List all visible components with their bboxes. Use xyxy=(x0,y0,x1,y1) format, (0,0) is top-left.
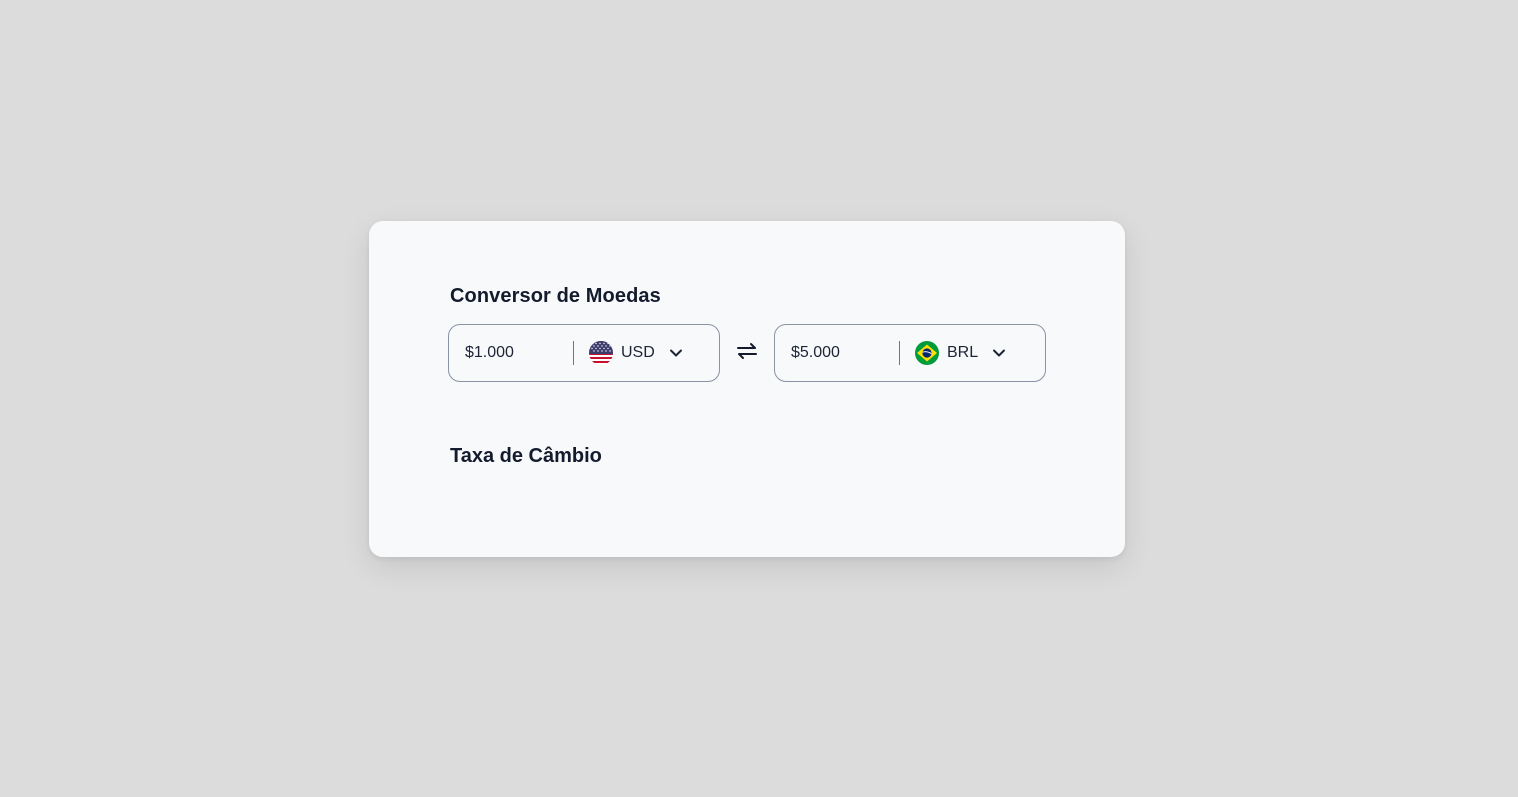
br-flag-icon xyxy=(915,341,939,365)
converter-card: Conversor de Moedas $1.000 USD $5.000 BR… xyxy=(369,221,1125,557)
divider xyxy=(899,341,900,365)
swap-button[interactable] xyxy=(734,340,760,366)
page-title: Conversor de Moedas xyxy=(450,285,661,307)
swap-arrows-icon xyxy=(736,342,758,365)
divider xyxy=(573,341,574,365)
from-currency-field: USD xyxy=(448,324,720,382)
to-currency-field: BRL xyxy=(774,324,1046,382)
us-flag-icon xyxy=(589,341,613,365)
to-amount-input[interactable] xyxy=(775,343,899,363)
to-currency-code: BRL xyxy=(947,344,979,361)
from-amount-input[interactable] xyxy=(449,343,573,363)
exchange-rate-title: Taxa de Câmbio xyxy=(450,445,602,467)
chevron-down-icon xyxy=(992,346,1006,360)
from-currency-code: USD xyxy=(621,344,655,361)
chevron-down-icon xyxy=(669,346,683,360)
from-currency-select[interactable]: USD xyxy=(589,325,683,381)
to-currency-select[interactable]: BRL xyxy=(915,325,1006,381)
